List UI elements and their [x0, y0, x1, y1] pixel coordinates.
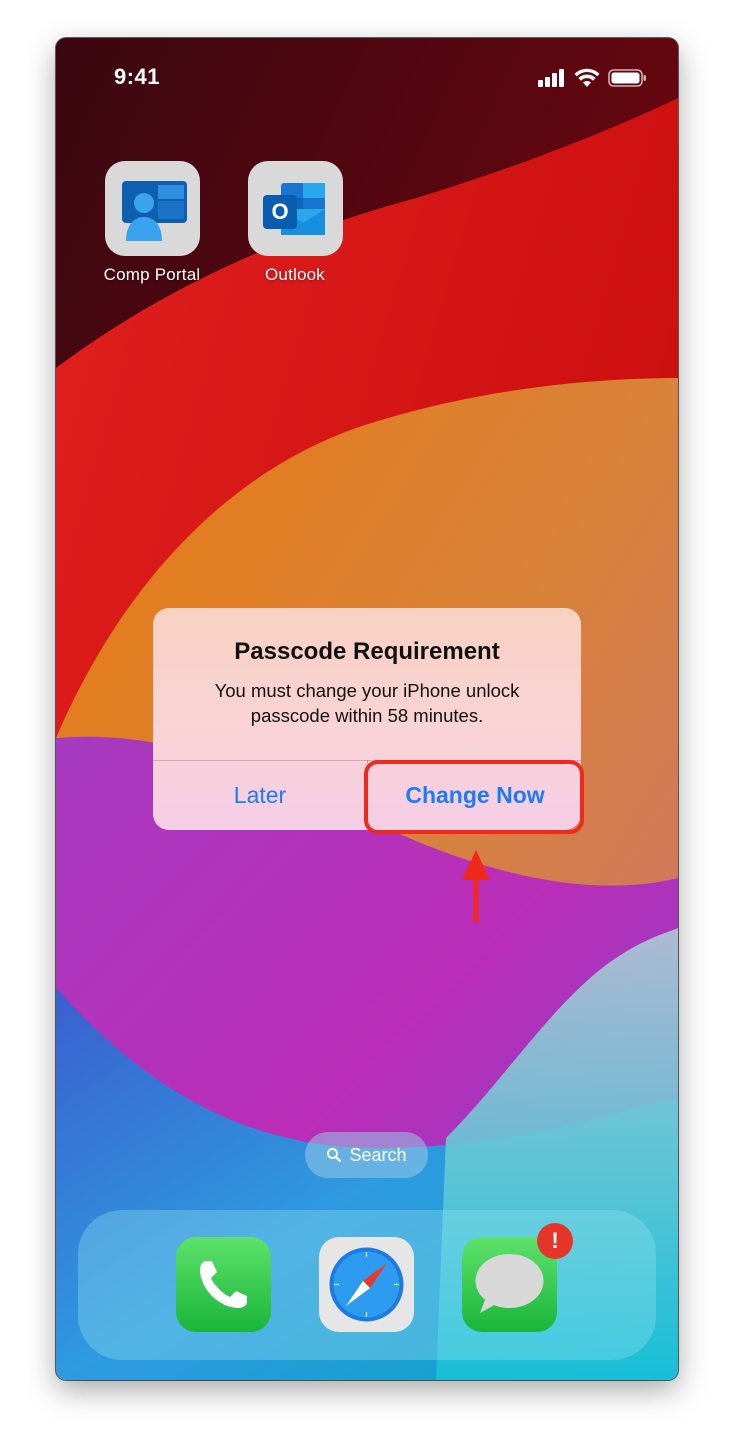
search-icon	[327, 1148, 342, 1163]
app-comp-portal[interactable]: Comp Portal	[97, 161, 207, 285]
app-label: Comp Portal	[103, 265, 201, 284]
battery-icon	[608, 69, 646, 87]
alert-message: You must change your iPhone unlock passc…	[214, 680, 520, 726]
svg-text:O: O	[271, 199, 288, 224]
alert-title: Passcode Requirement	[234, 638, 500, 665]
status-time: 9:41	[114, 64, 161, 89]
arrow-up-icon	[462, 850, 490, 922]
notification-badge: !	[537, 1223, 573, 1259]
later-button[interactable]: Later	[153, 761, 367, 830]
status-icons	[538, 68, 648, 88]
cellular-signal-icon	[538, 69, 564, 87]
outlook-icon: O	[247, 161, 343, 256]
search-button[interactable]: Search	[305, 1132, 428, 1178]
phone-icon[interactable]	[176, 1237, 271, 1332]
change-now-highlight	[364, 760, 584, 834]
app-label: Outlook	[265, 265, 325, 284]
safari-icon[interactable]	[319, 1237, 414, 1332]
company-portal-icon	[104, 161, 200, 256]
search-label: Search	[349, 1144, 407, 1165]
app-outlook[interactable]: O Outlook	[240, 161, 350, 285]
wifi-icon	[574, 68, 600, 87]
phone-screen: 9:41 Comp Portal O Outlook Passcode Requ…	[56, 38, 678, 1380]
